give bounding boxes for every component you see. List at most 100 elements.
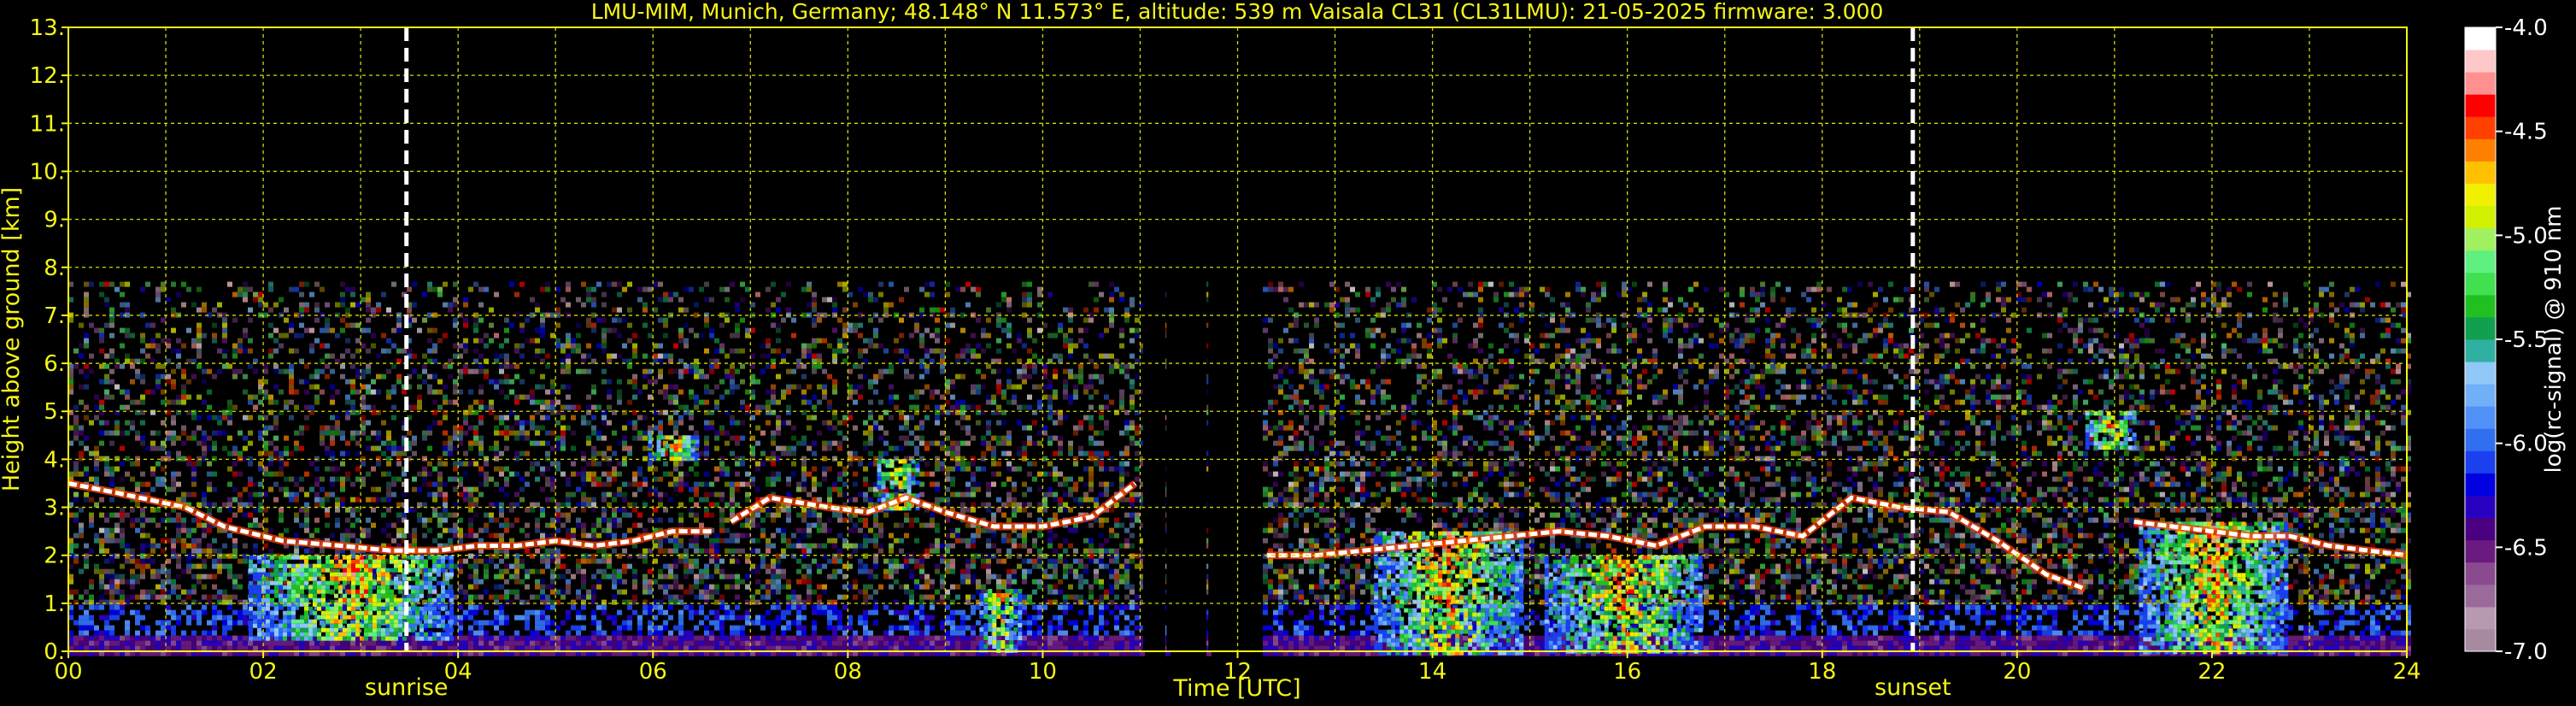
signal-cell (335, 302, 340, 308)
signal-cell (320, 497, 325, 503)
signal-cell (94, 327, 99, 333)
signal-cell (596, 604, 601, 610)
signal-cell (150, 517, 155, 523)
signal-cell (689, 466, 694, 472)
signal-cell (494, 553, 499, 559)
signal-cell (366, 363, 371, 369)
signal-cell (161, 399, 166, 405)
signal-cell (202, 399, 207, 405)
signal-cell (525, 420, 530, 426)
signal-cell (499, 502, 504, 508)
signal-cell (268, 425, 273, 431)
signal-cell (601, 568, 607, 574)
signal-cell (155, 379, 161, 385)
signal-cell (591, 584, 596, 590)
signal-cell (73, 466, 79, 472)
signal-cell (601, 548, 607, 554)
signal-cell (125, 553, 130, 559)
signal-cell (155, 594, 161, 600)
signal-cell (545, 399, 550, 405)
signal-cell (140, 589, 145, 595)
signal-cell (581, 615, 586, 621)
signal-cell (171, 440, 176, 446)
signal-cell (535, 548, 540, 554)
signal-cell (248, 307, 253, 313)
signal-cell (371, 430, 376, 436)
signal-cell (232, 538, 238, 544)
signal-cell (514, 430, 519, 436)
signal-cell (73, 640, 79, 646)
signal-cell (161, 517, 166, 523)
signal-cell (719, 497, 725, 503)
signal-cell (79, 343, 84, 349)
signal-cell (514, 415, 519, 421)
signal-cell (109, 348, 114, 354)
signal-cell (366, 317, 371, 323)
signal-cell (540, 589, 545, 595)
signal-cell (894, 348, 899, 354)
signal-cell (530, 502, 535, 508)
signal-cell (863, 517, 868, 523)
signal-cell (596, 532, 601, 538)
signal-cell (335, 645, 340, 651)
signal-cell (325, 507, 330, 513)
signal-cell (586, 440, 591, 446)
signal-cell (371, 645, 376, 651)
signal-cell (227, 635, 232, 641)
signal-cell (566, 491, 571, 497)
signal-cell (499, 363, 504, 369)
signal-cell (658, 353, 663, 359)
signal-cell (678, 522, 684, 528)
signal-cell (499, 558, 504, 564)
signal-cell (601, 415, 607, 421)
signal-cell (217, 635, 222, 641)
signal-cell (894, 558, 899, 564)
signal-cell (484, 476, 489, 482)
signal-cell (355, 389, 361, 395)
signal-cell (776, 430, 781, 436)
signal-cell (427, 517, 432, 523)
signal-cell (325, 374, 330, 379)
signal-cell (678, 620, 684, 626)
signal-cell (191, 599, 197, 605)
signal-cell (243, 445, 248, 451)
signal-cell (355, 476, 361, 482)
signal-cell (422, 476, 427, 482)
signal-cell (684, 630, 689, 636)
signal-cell (776, 527, 781, 533)
signal-cell (812, 625, 817, 631)
signal-cell (678, 486, 684, 492)
signal-cell (197, 353, 202, 359)
signal-cell (381, 645, 386, 651)
signal-cell (453, 379, 458, 385)
signal-cell (591, 574, 596, 580)
signal-cell (468, 522, 473, 528)
signal-cell (99, 363, 104, 369)
signal-cell (735, 615, 740, 621)
signal-cell (514, 435, 519, 441)
signal-cell (883, 368, 889, 374)
signal-cell (648, 640, 653, 646)
signal-cell (581, 481, 586, 487)
signal-cell (766, 609, 771, 615)
signal-cell (197, 502, 202, 508)
signal-cell (463, 497, 468, 503)
signal-cell (484, 456, 489, 462)
signal-cell (889, 281, 894, 287)
signal-cell (525, 635, 530, 641)
signal-cell (678, 645, 684, 651)
signal-cell (612, 512, 617, 518)
signal-cell (478, 625, 484, 631)
signal-cell (345, 394, 350, 400)
signal-cell (125, 635, 130, 641)
signal-cell (904, 374, 909, 379)
signal-cell (243, 502, 248, 508)
signal-cell (591, 445, 596, 451)
signal-cell (304, 389, 309, 395)
signal-cell (586, 420, 591, 426)
signal-cell (504, 327, 509, 333)
signal-cell (181, 384, 186, 390)
signal-cell (622, 456, 627, 462)
signal-cell (571, 640, 576, 646)
signal-cell (473, 338, 478, 344)
